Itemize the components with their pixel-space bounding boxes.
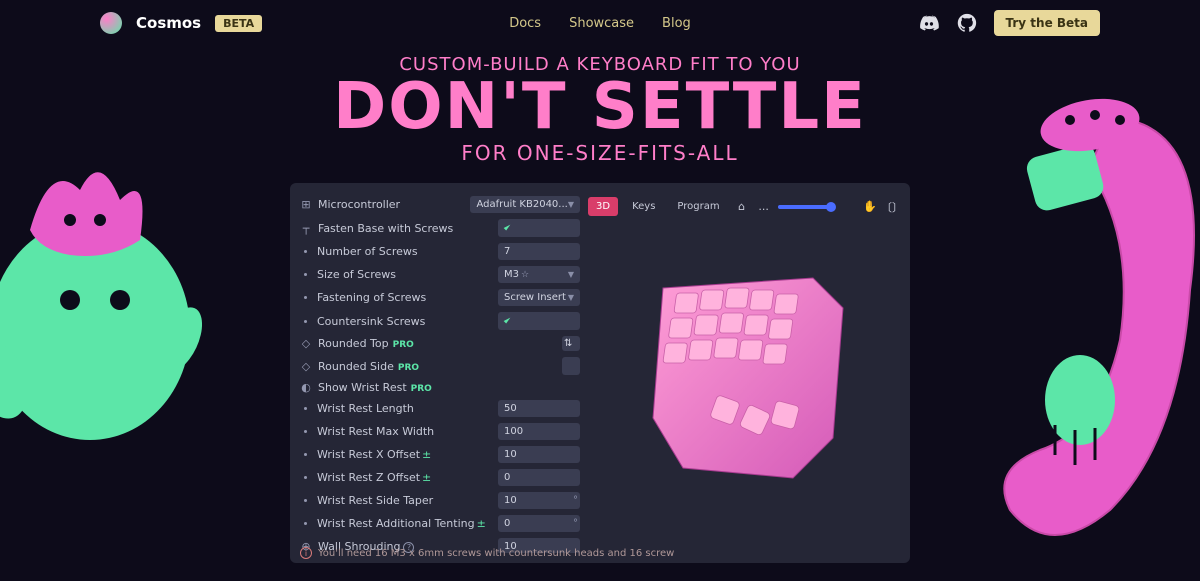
keyboard-3d-preview[interactable]	[613, 248, 873, 508]
nav-blog[interactable]: Blog	[662, 16, 691, 31]
sizescrews-label: Size of Screws	[317, 268, 492, 281]
nav-showcase[interactable]: Showcase	[569, 16, 634, 31]
tab-keys[interactable]: Keys	[624, 197, 663, 216]
bullet-icon	[304, 476, 307, 479]
chip-icon: ⊞	[300, 199, 312, 211]
bullet-icon	[304, 499, 307, 502]
diamond-icon: ◇	[300, 360, 312, 372]
opacity-slider[interactable]	[778, 205, 833, 209]
nav-docs[interactable]: Docs	[509, 16, 541, 31]
wristtent-label: Wrist Rest Additional Tenting±	[317, 517, 492, 530]
logo[interactable]	[100, 12, 122, 34]
showwrist-label: Show Wrist RestPRO	[318, 381, 580, 394]
numscrews-label: Number of Screws	[317, 245, 492, 258]
wristmaxw-label: Wrist Rest Max Width	[317, 425, 492, 438]
bullet-icon	[304, 407, 307, 410]
fasten-checkbox[interactable]	[498, 219, 580, 237]
wristz-input[interactable]: 0	[498, 469, 580, 486]
sizescrews-select[interactable]: M3☆▼	[498, 266, 580, 283]
mascot-left	[0, 100, 230, 460]
screw-note: iYou'll need 16 M3 x 6mm screws with cou…	[300, 547, 674, 559]
roundedside-label: Rounded SidePRO	[318, 360, 556, 373]
fasten-label: Fasten Base with Screws	[318, 222, 492, 235]
roundedtop-label: Rounded TopPRO	[318, 337, 556, 350]
bullet-icon	[304, 453, 307, 456]
wristlen-input[interactable]: 50	[498, 400, 580, 417]
countersink-checkbox[interactable]	[498, 312, 580, 330]
countersink-label: Countersink Screws	[317, 315, 492, 328]
bullet-icon	[304, 250, 307, 253]
wristmaxw-input[interactable]: 100	[498, 423, 580, 440]
bullet-icon	[304, 273, 307, 276]
mascot-right	[950, 90, 1200, 570]
split-icon[interactable]: 〔〕	[884, 199, 900, 215]
case-icon[interactable]: ⌂	[734, 199, 750, 215]
settings-column: ⊞ Microcontroller Adafruit KB2040...▼ ┬ Fas…	[300, 193, 580, 553]
roundedside-toggle[interactable]	[562, 357, 580, 375]
discord-icon[interactable]	[918, 12, 940, 34]
wristx-input[interactable]: 10	[498, 446, 580, 463]
microcontroller-select[interactable]: Adafruit KB2040...▼	[470, 196, 580, 213]
tab-3d[interactable]: 3D	[588, 197, 618, 216]
config-panel: ⊞ Microcontroller Adafruit KB2040...▼ ┬ Fas…	[290, 183, 910, 563]
bullet-icon	[304, 296, 307, 299]
microcontroller-label: Microcontroller	[318, 198, 464, 211]
wristx-label: Wrist Rest X Offset±	[317, 448, 492, 461]
roundedtop-toggle[interactable]: ⇅	[562, 336, 580, 351]
wristtaper-input[interactable]: 10°	[498, 492, 580, 509]
bullet-icon	[304, 320, 307, 323]
screw-icon: ┬	[300, 222, 312, 234]
fastening-label: Fastening of Screws	[317, 291, 492, 304]
hand-icon[interactable]: ✋	[862, 199, 878, 215]
fastening-select[interactable]: Screw Insert▼	[498, 289, 580, 306]
try-beta-button[interactable]: Try the Beta	[994, 10, 1101, 36]
bullet-icon	[304, 430, 307, 433]
diamond-icon: ◇	[300, 338, 312, 350]
tab-program[interactable]: Program	[669, 197, 727, 216]
wristz-label: Wrist Rest Z Offset±	[317, 471, 492, 484]
wristlen-label: Wrist Rest Length	[317, 402, 492, 415]
wrist-icon: ◐	[300, 382, 312, 394]
viewer-column: 3D Keys Program ⌂ ... ✋ 〔〕	[588, 193, 900, 553]
brand: Cosmos	[136, 14, 201, 32]
beta-badge: BETA	[215, 15, 262, 32]
numscrews-input[interactable]: 7	[498, 243, 580, 260]
wristtent-input[interactable]: 0°	[498, 515, 580, 532]
info-icon: i	[300, 547, 312, 559]
more-icon[interactable]: ...	[756, 199, 772, 215]
github-icon[interactable]	[956, 12, 978, 34]
bullet-icon	[304, 522, 307, 525]
wristtaper-label: Wrist Rest Side Taper	[317, 494, 492, 507]
